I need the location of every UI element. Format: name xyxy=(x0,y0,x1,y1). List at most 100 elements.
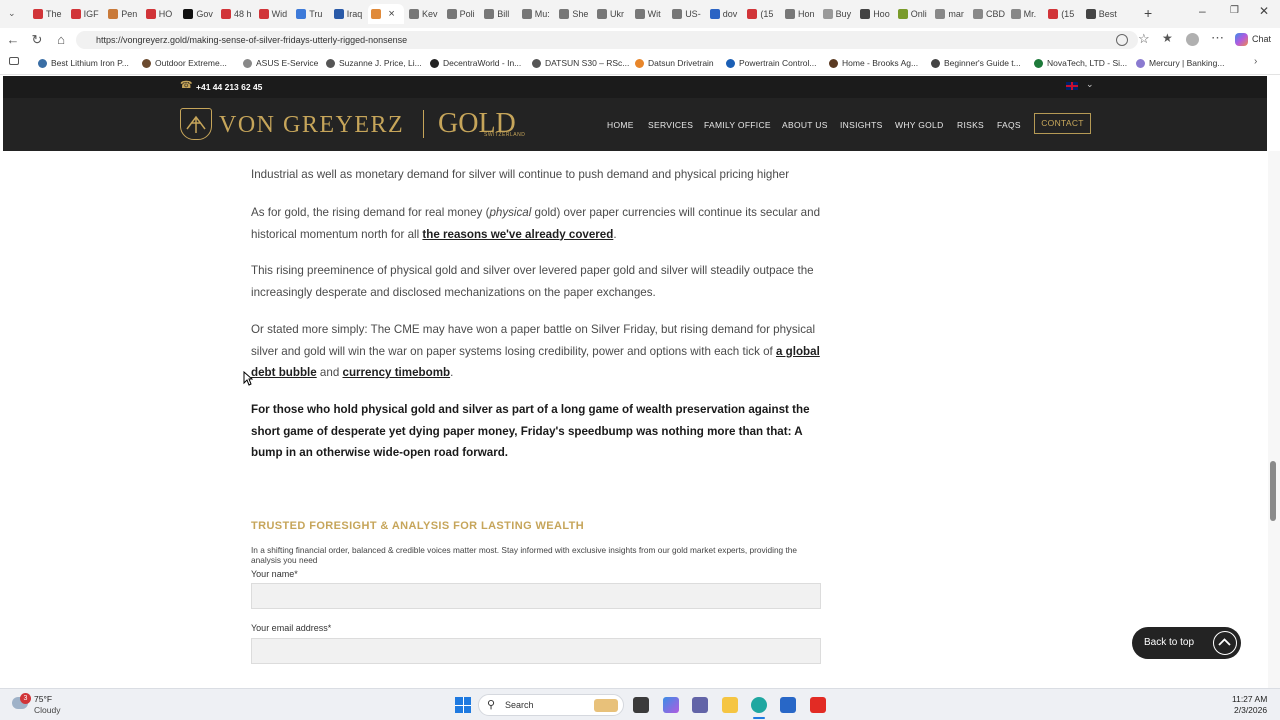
page-scrollbar[interactable] xyxy=(1268,151,1280,688)
back-icon[interactable]: ← xyxy=(5,32,21,48)
bookmark-item[interactable]: DecentraWorld - In... xyxy=(430,56,521,70)
edge-icon[interactable] xyxy=(751,697,767,713)
tab-favicon-icon xyxy=(634,9,645,19)
nav-link-services[interactable]: SERVICES xyxy=(648,120,693,130)
close-window-button[interactable]: ✕ xyxy=(1259,4,1269,18)
clock-date[interactable]: 2/3/2026 xyxy=(1234,705,1267,715)
browser-tab[interactable]: 48 h xyxy=(218,4,254,24)
browser-tab[interactable]: HO xyxy=(143,4,179,24)
browser-tab[interactable]: (15 xyxy=(1045,4,1081,24)
browser-tab[interactable]: She xyxy=(556,4,592,24)
bookmark-item[interactable]: Best Lithium Iron P... xyxy=(38,56,129,70)
file-explorer-icon[interactable] xyxy=(722,697,738,713)
site-top-strip: ☎ +41 44 213 62 45 ⌄ xyxy=(3,76,1267,98)
youtube-icon[interactable] xyxy=(810,697,826,713)
browser-tab[interactable]: Ukr xyxy=(594,4,630,24)
bookmarks-bar-toggle-icon[interactable] xyxy=(9,57,19,65)
nav-link-family-office[interactable]: FAMILY OFFICE xyxy=(704,120,771,130)
reload-icon[interactable]: ↻ xyxy=(29,32,45,48)
currency-timebomb-link[interactable]: currency timebomb xyxy=(343,366,451,379)
nav-link-home[interactable]: HOME xyxy=(607,120,634,130)
more-menu-icon[interactable]: ⋯ xyxy=(1211,30,1224,46)
weather-temp[interactable]: 75°F xyxy=(34,694,52,704)
browser-tab[interactable]: Hoo xyxy=(857,4,893,24)
browser-tab[interactable]: The xyxy=(30,4,66,24)
browser-tab[interactable]: Iraq xyxy=(331,4,367,24)
favorite-star-icon[interactable]: ☆ xyxy=(1138,31,1150,47)
nav-link-why-gold[interactable]: WHY GOLD xyxy=(895,120,944,130)
start-windows-icon[interactable] xyxy=(455,697,471,713)
bookmark-item[interactable]: Outdoor Extreme... xyxy=(142,56,227,70)
browser-tab[interactable]: Bill xyxy=(481,4,517,24)
browser-tab[interactable]: (15 xyxy=(744,4,780,24)
browser-tab[interactable]: Gov xyxy=(180,4,216,24)
browser-tab[interactable]: Poli xyxy=(444,4,480,24)
bookmark-item[interactable]: Home - Brooks Ag... xyxy=(829,56,918,70)
nav-link-about-us[interactable]: ABOUT US xyxy=(782,120,828,130)
browser-tab[interactable]: Mr. xyxy=(1008,4,1044,24)
bookmark-item[interactable]: Datsun Drivetrain xyxy=(635,56,714,70)
browser-tab[interactable]: mar xyxy=(932,4,968,24)
email-input[interactable] xyxy=(251,638,821,664)
reader-view-icon[interactable] xyxy=(1116,34,1128,46)
language-chevron-down-icon[interactable]: ⌄ xyxy=(1086,79,1094,90)
taskbar-search-box[interactable]: ⚲ Search xyxy=(478,694,624,716)
browser-tab[interactable]: Best xyxy=(1083,4,1119,24)
bookmark-item[interactable]: Suzanne J. Price, Li... xyxy=(326,56,422,70)
copilot-app-icon[interactable] xyxy=(663,697,679,713)
nav-link-faqs[interactable]: FAQS xyxy=(997,120,1021,130)
close-tab-icon[interactable]: × xyxy=(388,8,394,20)
browser-tab[interactable]: CBD xyxy=(970,4,1006,24)
browser-tab[interactable]: Wid xyxy=(256,4,292,24)
task-view-icon[interactable] xyxy=(633,697,649,713)
browser-tab[interactable]: Tru xyxy=(293,4,329,24)
favorites-icon[interactable]: ★ xyxy=(1162,31,1173,45)
paragraph-text: . xyxy=(450,366,454,379)
bookmark-item[interactable]: Powertrain Control... xyxy=(726,56,816,70)
profile-avatar[interactable] xyxy=(1186,33,1199,46)
scrollbar-thumb[interactable] xyxy=(1270,461,1276,521)
browser-tab[interactable]: Hon xyxy=(782,4,818,24)
browser-tab[interactable]: × xyxy=(368,4,404,24)
paragraph-text: As for gold, the rising demand for real … xyxy=(251,206,490,219)
restore-button[interactable]: ❐ xyxy=(1230,5,1239,16)
copilot-icon[interactable] xyxy=(1235,33,1248,46)
browser-tab[interactable]: Kev xyxy=(406,4,442,24)
bookmarks-overflow-icon[interactable]: › xyxy=(1254,56,1257,67)
tab-title: Wid xyxy=(271,9,288,19)
teams-icon[interactable] xyxy=(692,697,708,713)
bookmark-item[interactable]: NovaTech, LTD - Si... xyxy=(1034,56,1127,70)
reasons-link[interactable]: the reasons we've already covered xyxy=(422,228,613,241)
back-to-top-button[interactable]: Back to top xyxy=(1132,627,1241,659)
browser-tab[interactable]: Buy xyxy=(820,4,856,24)
new-tab-button[interactable]: + xyxy=(1144,5,1152,21)
name-input[interactable] xyxy=(251,583,821,609)
browser-tab[interactable]: Pen xyxy=(105,4,141,24)
logo-emblem-icon[interactable] xyxy=(180,108,212,140)
browser-tab[interactable]: Mu: xyxy=(519,4,555,24)
browser-tab[interactable]: Onli xyxy=(895,4,931,24)
logo-text[interactable]: VON GREYERZ xyxy=(219,112,404,139)
url-field[interactable]: https://vongreyerz.gold/making-sense-of-… xyxy=(76,31,1138,49)
bookmark-item[interactable]: Mercury | Banking... xyxy=(1136,56,1224,70)
browser-tab[interactable]: US- xyxy=(669,4,705,24)
nav-link-risks[interactable]: RISKS xyxy=(957,120,984,130)
language-flag-icon[interactable] xyxy=(1066,82,1078,90)
browser-tab[interactable]: dov xyxy=(707,4,743,24)
name-field-label: Your name* xyxy=(251,569,298,579)
store-icon[interactable] xyxy=(780,697,796,713)
phone-number[interactable]: +41 44 213 62 45 xyxy=(196,82,262,92)
minimize-button[interactable]: – xyxy=(1199,4,1206,18)
bookmark-label: DATSUN S30 – RSc... xyxy=(545,58,630,68)
bookmark-item[interactable]: ASUS E-Service xyxy=(243,56,318,70)
clock-time[interactable]: 11:27 AM xyxy=(1232,694,1267,704)
browser-tab[interactable]: Wit xyxy=(632,4,668,24)
browser-tab[interactable]: IGF xyxy=(68,4,104,24)
copilot-label[interactable]: Chat xyxy=(1252,34,1271,44)
bookmark-item[interactable]: DATSUN S30 – RSc... xyxy=(532,56,629,70)
contact-button[interactable]: CONTACT xyxy=(1034,113,1091,134)
tab-list-icon[interactable]: ⌄ xyxy=(8,8,16,19)
bookmark-item[interactable]: Beginner's Guide t... xyxy=(931,56,1021,70)
home-icon[interactable]: ⌂ xyxy=(53,32,69,48)
nav-link-insights[interactable]: INSIGHTS xyxy=(840,120,883,130)
